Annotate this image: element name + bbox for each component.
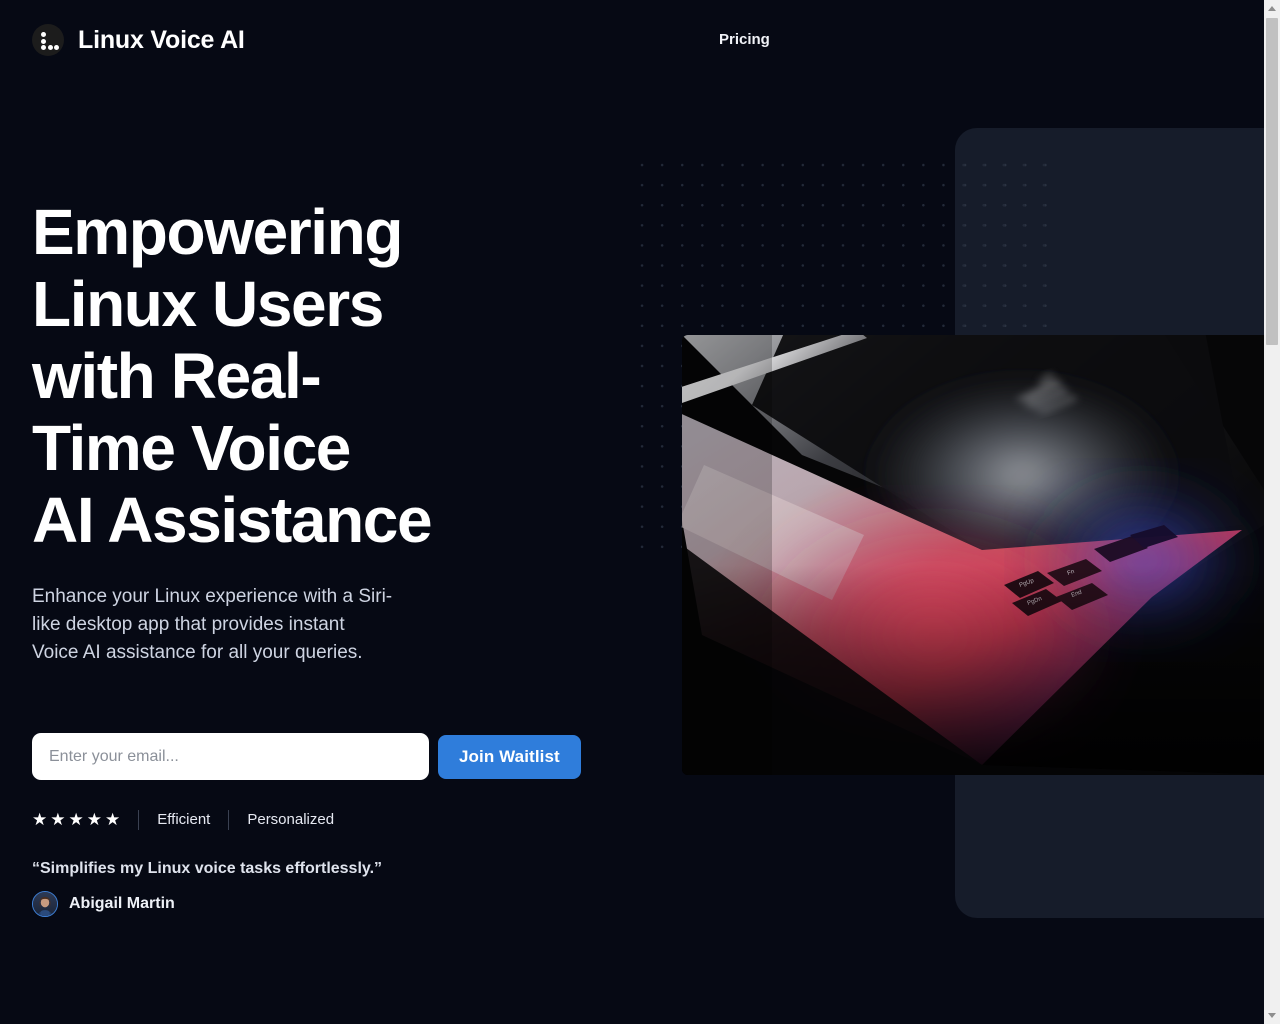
nav-item-pricing[interactable]: Pricing [719,31,770,49]
testimonial-author-name: Abigail Martin [69,895,175,912]
testimonial-quote: “Simplifies my Linux voice tasks effortl… [32,860,383,877]
divider [228,810,230,830]
star-rating: ★ ★ ★ ★ ★ [32,808,120,832]
email-field[interactable] [32,733,429,780]
avatar [32,891,58,917]
rating-tag-personalized: Personalized [247,811,335,828]
rating-tag-efficient: Efficient [157,811,211,828]
scrollbar-thumb[interactable] [1266,18,1278,345]
testimonial: “Simplifies my Linux voice tasks effortl… [32,858,382,917]
brand-name: Linux Voice AI [78,25,245,54]
star-icon: ★ [105,810,121,829]
hero-subtitle: Enhance your Linux experience with a Sir… [32,586,393,663]
linux-dots-logo-icon [32,24,64,56]
hero-copy: Empowering Linux Users with Real- Time V… [32,196,592,667]
star-icon: ★ [32,810,48,829]
main-nav: Pricing [719,31,770,49]
vertical-scrollbar[interactable] [1264,0,1280,1024]
star-icon: ★ [68,810,84,829]
brand-logo-link[interactable]: Linux Voice AI [32,24,245,56]
ratings-row: ★ ★ ★ ★ ★ Efficient Personalized [32,808,334,832]
waitlist-form: Join Waitlist [32,733,581,780]
star-icon: ★ [50,810,66,829]
product-photo: PgUp PgDn End Fn [682,335,1264,775]
join-waitlist-button[interactable]: Join Waitlist [438,734,581,779]
star-icon: ★ [86,810,102,829]
page-title: Empowering Linux Users with Real- Time V… [32,196,433,556]
divider [138,810,140,830]
landing-page: PgUp PgDn End Fn [0,0,1264,1024]
scroll-up-arrow-icon[interactable] [1264,0,1280,17]
hero-visual: PgUp PgDn End Fn [600,0,1264,1024]
testimonial-author-row: Abigail Martin [32,891,382,917]
browser-viewport: PgUp PgDn End Fn [0,0,1280,1024]
site-header: Linux Voice AI Pricing [0,0,1264,80]
scroll-down-arrow-icon[interactable] [1264,1007,1280,1024]
